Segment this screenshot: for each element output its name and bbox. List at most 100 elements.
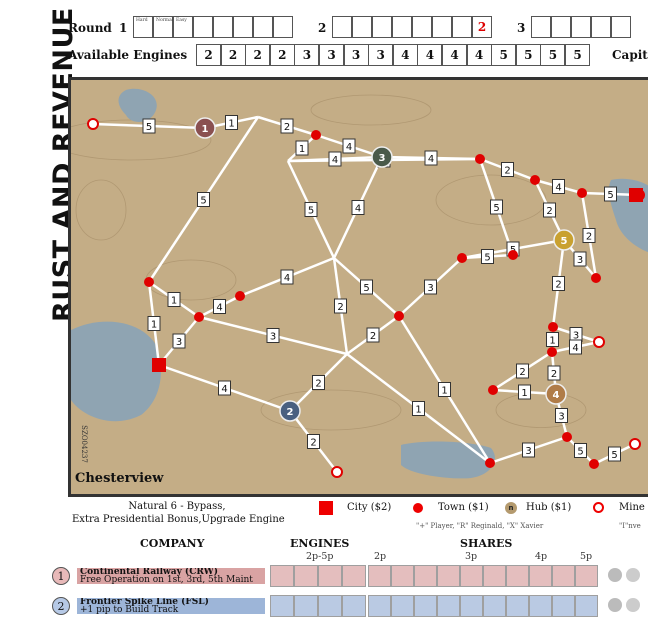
town [311, 130, 321, 140]
share-slot[interactable] [529, 565, 552, 587]
mine [331, 466, 343, 478]
round-3-cell [611, 16, 631, 38]
track-cost: 3 [176, 337, 182, 348]
legend-note-2: Extra Presidential Bonus,Upgrade Engine [72, 514, 285, 525]
game-map: 5121441424555523254514453133422221135532… [68, 77, 648, 497]
track-cost: 1 [171, 296, 177, 307]
contour-line [310, 94, 432, 126]
share-slot[interactable] [391, 565, 414, 587]
track-cost: 5 [611, 450, 617, 461]
track-cost: 2 [546, 206, 552, 217]
share-slot[interactable] [506, 565, 529, 587]
round-2-cell [372, 16, 392, 38]
legend-town: Town ($1) [438, 502, 489, 513]
round-2-cell [392, 16, 412, 38]
legend-mine: Mine [619, 502, 645, 513]
map-city-name: Chesterview [75, 471, 164, 486]
share-slot[interactable] [552, 565, 575, 587]
engine-cell: 3 [294, 44, 320, 66]
track-cost: 2 [551, 369, 557, 380]
track-cost: 2 [337, 302, 343, 313]
token-icon [626, 568, 640, 582]
round-1-cell [233, 16, 253, 38]
round-2-cell [332, 16, 352, 38]
track-cost: 2 [504, 166, 510, 177]
track-cost: 5 [363, 283, 369, 294]
city [152, 358, 166, 372]
company-header: COMPANY [140, 537, 205, 550]
share-slot[interactable] [414, 565, 437, 587]
track-cost: 1 [415, 405, 421, 416]
lake [71, 321, 161, 422]
town [577, 188, 587, 198]
capital-label: Capit [612, 48, 648, 62]
engine-cell: 4 [466, 44, 492, 66]
gear-icon [608, 568, 622, 582]
engine-slot[interactable] [318, 565, 342, 587]
engines-sub: 2p-5p [306, 551, 334, 562]
engine-cell: 4 [417, 44, 443, 66]
difficulty-label: Easy [176, 18, 187, 23]
track-cost: 5 [493, 203, 499, 214]
company-ability: Free Operation on 1st, 3rd, 5th Maint [80, 575, 253, 585]
town [457, 253, 467, 263]
share-slot[interactable] [575, 565, 598, 587]
town [394, 311, 404, 321]
hub-icon: n [505, 502, 517, 514]
round-3-cell [571, 16, 591, 38]
round-2-cell [352, 16, 372, 38]
round-2-cell [412, 16, 432, 38]
hub-number: 3 [379, 153, 386, 164]
round-1-cell [273, 16, 293, 38]
share-slot[interactable] [460, 565, 483, 587]
engine-slot[interactable] [294, 565, 318, 587]
town-icon [413, 503, 423, 513]
share-slot[interactable] [437, 565, 460, 587]
token-icon [626, 598, 640, 612]
track-cost: 4 [284, 273, 290, 284]
round-1-cell: Hard [133, 16, 153, 38]
engine-cell: 5 [565, 44, 590, 66]
round-1-cell [213, 16, 233, 38]
shares-header: SHARES [460, 537, 513, 550]
track-cost: 1 [441, 386, 447, 397]
track-cost: 5 [607, 190, 613, 201]
round-2-cell [452, 16, 472, 38]
engine-cell: 2 [269, 44, 295, 66]
share-slot[interactable] [483, 565, 506, 587]
legend-hub: Hub ($1) [526, 502, 572, 513]
round-1-cell: Normal [153, 16, 173, 38]
track-cost: 1 [299, 144, 305, 155]
track-cost: 1 [151, 320, 157, 331]
town [235, 291, 245, 301]
mine [629, 438, 641, 450]
track-cost: 3 [427, 283, 433, 294]
engine-cell: 2 [220, 44, 246, 66]
track-cost: 3 [525, 446, 531, 457]
track-cost: 2 [555, 280, 561, 291]
company-badge: 1 [52, 567, 70, 585]
mine-icon [593, 502, 604, 513]
round-1-cell [193, 16, 213, 38]
track-cost: 5 [146, 122, 152, 133]
track-cost: 1 [228, 119, 234, 130]
track-cost: 4 [555, 183, 561, 194]
round-3-cell [551, 16, 571, 38]
share-slot[interactable] [368, 565, 391, 587]
track-cost: 3 [577, 255, 583, 266]
players-note: "+" Player, "R" Reginald, "X" Xavier [416, 522, 544, 530]
hub-number: 1 [202, 124, 209, 135]
engine-slot[interactable] [270, 565, 294, 587]
town [591, 273, 601, 283]
engine-cell: 4 [442, 44, 467, 66]
town [562, 432, 572, 442]
engine-slot[interactable] [342, 565, 366, 587]
track-cost: 4 [332, 155, 338, 166]
track-cost: 2 [315, 379, 321, 390]
engines-label: Available Engines [68, 48, 188, 62]
track-cost: 1 [521, 388, 527, 399]
investor-note: "I"nve [619, 522, 641, 530]
shares-sub-2p: 2p [374, 551, 387, 562]
track-cost: 2 [310, 438, 316, 449]
round-number-1: 1 [119, 21, 128, 35]
